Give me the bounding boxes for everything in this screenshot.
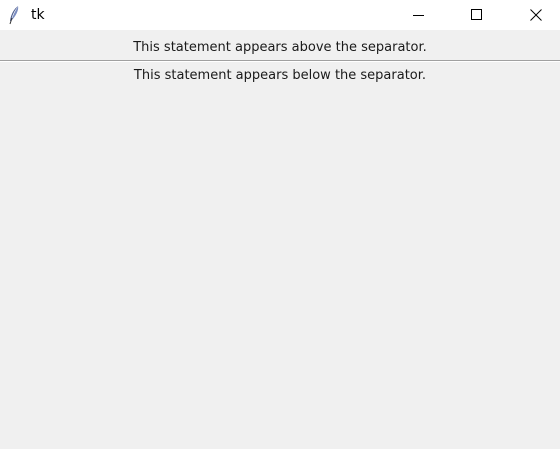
title-bar[interactable]: tk: [0, 0, 560, 30]
label-above-separator: This statement appears above the separat…: [133, 40, 427, 55]
window-title: tk: [31, 7, 45, 23]
minimize-button[interactable]: [396, 0, 442, 30]
label-below-separator: This statement appears below the separat…: [133, 68, 427, 83]
maximize-icon: [471, 6, 483, 25]
close-button[interactable]: [513, 0, 559, 30]
maximize-button[interactable]: [454, 0, 500, 30]
close-icon: [530, 6, 542, 25]
feather-icon: [7, 5, 21, 25]
app-window: tk This statement appears above the sepa…: [0, 0, 560, 449]
horizontal-separator: [0, 60, 560, 62]
window-content: This statement appears above the separat…: [0, 30, 560, 449]
minimize-icon: [413, 6, 425, 25]
